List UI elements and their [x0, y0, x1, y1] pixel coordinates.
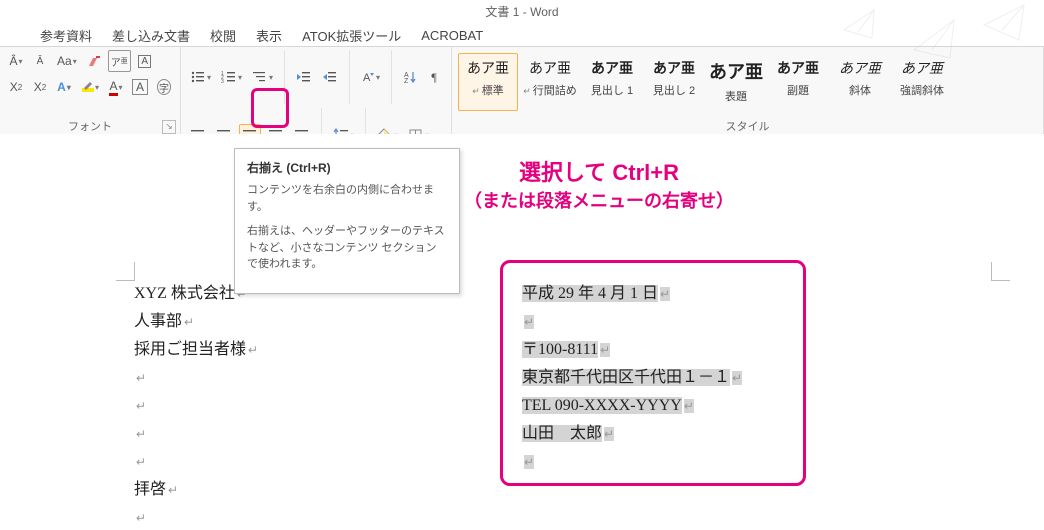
decrease-indent-button[interactable] [293, 66, 315, 88]
enclose-char-button[interactable]: A [135, 50, 155, 72]
style-chip[interactable]: あア亜強調斜体 [892, 53, 952, 111]
ribbon: Â▾ Ǎ Aa▾ ア亜 A X2 X2 A▾ ▾ A▾ A 字 フォント↘ … [0, 46, 1044, 136]
shrink-font-button[interactable]: Ǎ [30, 50, 50, 72]
char-shading-button[interactable]: A [130, 76, 150, 98]
annotation-text: 選択して Ctrl+R （または段落メニューの右寄せ） [464, 158, 734, 214]
window-title: 文書 1 - Word [0, 0, 1044, 24]
style-chip[interactable]: あア亜表題 [706, 53, 766, 111]
clear-format-button[interactable] [84, 50, 104, 72]
margin-corner-tr [991, 262, 1010, 281]
doc-line[interactable]: ↵ [134, 504, 954, 530]
ribbon-tab[interactable]: ACROBAT [421, 28, 483, 43]
change-case-button[interactable]: Aa▾ [54, 50, 80, 72]
group-paragraph: ▾ 123▾ ▾ A▾ AZ ¶ ▾ ▾ [181, 47, 452, 135]
increase-indent-button[interactable] [319, 66, 341, 88]
doc-line-selected[interactable]: 平成 29 年 4 月 1 日↵ [522, 280, 742, 308]
style-chip[interactable]: あア亜斜体 [830, 53, 890, 111]
tooltip-title: 右揃え (Ctrl+R) [247, 159, 447, 176]
style-chip[interactable]: あア亜見出し 1 [582, 53, 642, 111]
group-font: Â▾ Ǎ Aa▾ ア亜 A X2 X2 A▾ ▾ A▾ A 字 フォント↘ [0, 47, 181, 135]
bullets-button[interactable]: ▾ [187, 66, 214, 88]
tooltip-align-right: 右揃え (Ctrl+R) コンテンツを右余白の内側に合わせます。 右揃えは、ヘッ… [234, 148, 460, 294]
style-chip[interactable]: あア亜↵標準 [458, 53, 518, 111]
subscript-button[interactable]: X2 [6, 76, 26, 98]
svg-text:A: A [363, 72, 371, 84]
tooltip-body-1: コンテンツを右余白の内側に合わせます。 [247, 182, 447, 215]
sort-button[interactable]: AZ [400, 66, 420, 88]
doc-line[interactable]: 拝啓↵ [134, 476, 954, 504]
tooltip-body-2: 右揃えは、ヘッダーやフッターのテキストなど、小さなコンテンツ セクションで使われ… [247, 223, 447, 273]
style-chip[interactable]: あア亜見出し 2 [644, 53, 704, 111]
text-direction-button[interactable]: A▾ [358, 66, 383, 88]
phonetic-guide-button[interactable]: ア亜 [108, 50, 131, 72]
group-label-styles: スタイル [452, 119, 1043, 135]
font-color-button[interactable]: A▾ [106, 76, 126, 98]
ribbon-tab[interactable]: ATOK拡張ツール [302, 26, 401, 45]
ribbon-tab[interactable]: 差し込み文書 [112, 26, 190, 45]
numbering-button[interactable]: 123▾ [218, 66, 245, 88]
doc-right-column[interactable]: 平成 29 年 4 月 1 日↵↵〒100-8111↵東京都千代田区千代田１－１… [522, 280, 742, 476]
doc-line-selected[interactable]: 山田 太郎↵ [522, 420, 742, 448]
doc-line-selected[interactable]: ↵ [522, 308, 742, 336]
ribbon-tab[interactable]: 参考資料 [40, 26, 92, 45]
group-label-font: フォント↘ [0, 119, 180, 135]
font-launcher[interactable]: ↘ [162, 120, 176, 134]
doc-line-selected[interactable]: 東京都千代田区千代田１－１↵ [522, 364, 742, 392]
group-styles: あア亜↵標準あア亜↵行間詰めあア亜見出し 1あア亜見出し 2あア亜表題あア亜副題… [452, 47, 1044, 135]
text-effects-button[interactable]: A▾ [54, 76, 74, 98]
svg-text:Z: Z [404, 78, 409, 84]
style-chip[interactable]: あア亜副題 [768, 53, 828, 111]
doc-line-selected[interactable]: ↵ [522, 448, 742, 476]
highlight-button[interactable]: ▾ [78, 76, 102, 98]
multilevel-list-button[interactable]: ▾ [249, 66, 276, 88]
margin-corner-tl [116, 262, 135, 281]
superscript-button[interactable]: X2 [30, 76, 50, 98]
style-chip[interactable]: あア亜↵行間詰め [520, 53, 580, 111]
enclose-circle-button[interactable]: 字 [154, 76, 174, 98]
doc-line-selected[interactable]: 〒100-8111↵ [522, 336, 742, 364]
ribbon-tabs: 参考資料 差し込み文書 校閲 表示 ATOK拡張ツール ACROBAT [0, 24, 1044, 46]
svg-text:3: 3 [221, 79, 224, 84]
ribbon-tab[interactable]: 表示 [256, 26, 282, 45]
show-marks-button[interactable]: ¶ [424, 66, 444, 88]
ribbon-tab[interactable]: 校閲 [210, 26, 236, 45]
grow-font-button[interactable]: Â▾ [6, 50, 26, 72]
doc-line-selected[interactable]: TEL 090-XXXX-YYYY↵ [522, 392, 742, 420]
